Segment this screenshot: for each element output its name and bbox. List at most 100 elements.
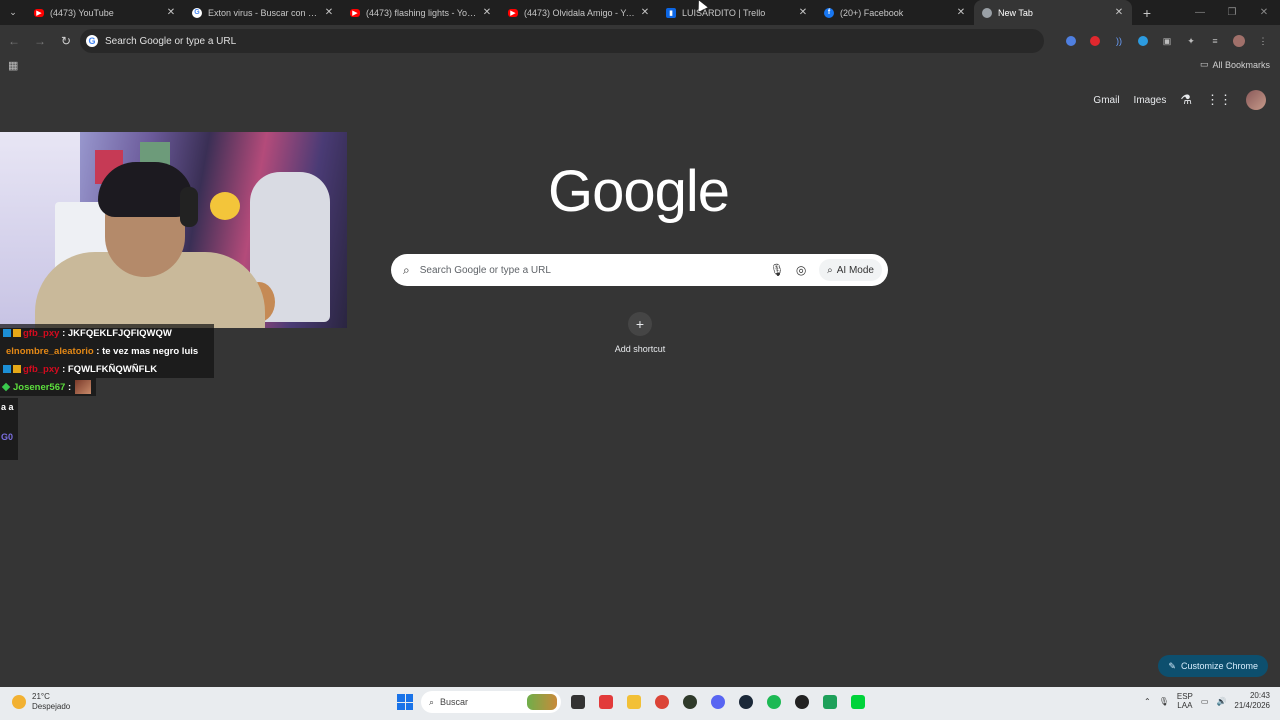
badge-icon <box>3 365 11 373</box>
google-apps-icon[interactable]: ⋮⋮ <box>1206 92 1232 108</box>
spotify-icon[interactable] <box>763 691 785 713</box>
menu-kebab-icon[interactable]: ⋮ <box>1254 32 1272 50</box>
tab-youtube-3[interactable]: ▶ (4473) Olvidala Amigo - YouTube ✕ <box>500 0 658 25</box>
extension-audio-icon[interactable]: )) <box>1110 32 1128 50</box>
browser-toolbar: ← → ↻ G Search Google or type a URL )) ▣… <box>0 25 1280 57</box>
apps-grid-icon[interactable]: ▦ <box>8 59 18 72</box>
avatar[interactable] <box>1246 90 1266 110</box>
search-icon: ⌕ <box>429 696 435 707</box>
file-explorer-icon[interactable] <box>623 691 645 713</box>
extension-box-icon[interactable]: ▣ <box>1158 32 1176 50</box>
tab-new-tab[interactable]: New Tab ✕ <box>974 0 1132 25</box>
tab-title: (4473) YouTube <box>50 7 114 18</box>
all-bookmarks-label: All Bookmarks <box>1212 59 1270 70</box>
trello-icon: ▮ <box>666 7 676 18</box>
app-red-icon[interactable] <box>595 691 617 713</box>
chat-username: gfb_pxy <box>23 363 60 375</box>
search-input[interactable]: Search Google or type a URL <box>420 265 765 276</box>
close-icon[interactable]: ✕ <box>638 6 652 20</box>
all-bookmarks-button[interactable]: ▭ All Bookmarks <box>1200 59 1270 70</box>
new-tab-button[interactable]: + <box>1136 2 1158 24</box>
tab-title: (4473) Olvidala Amigo - YouTube <box>524 7 638 18</box>
close-icon[interactable]: ✕ <box>480 6 494 20</box>
clock[interactable]: 20:43 21/4/2026 <box>1234 691 1270 711</box>
tab-youtube-1[interactable]: ▶ (4473) YouTube ✕ <box>26 0 184 25</box>
chat-message: elnombre_aleatorio : te vez mas negro lu… <box>0 342 214 360</box>
tab-title: Exton virus - Buscar con Google <box>208 7 322 18</box>
close-icon[interactable]: ✕ <box>1112 6 1126 20</box>
app-vscode-icon[interactable] <box>819 691 841 713</box>
customize-label: Customize Chrome <box>1180 661 1258 671</box>
close-icon[interactable]: ✕ <box>796 6 810 20</box>
tray-chevron-icon[interactable]: ⌃ <box>1144 697 1151 706</box>
lens-camera-icon[interactable]: ◎ <box>789 263 813 277</box>
extension-blue-icon[interactable] <box>1062 32 1080 50</box>
ai-sparkle-search-icon: ⌕ <box>827 264 833 276</box>
app-obs-icon[interactable] <box>791 691 813 713</box>
ntp-top-links: Gmail Images ⚗ ⋮⋮ <box>1093 90 1266 110</box>
ai-mode-button[interactable]: ⌕ AI Mode <box>819 259 882 281</box>
close-icon[interactable]: ✕ <box>954 6 968 20</box>
app-green-icon[interactable] <box>847 691 869 713</box>
tab-trello[interactable]: ▮ LUISARDITO | Trello ✕ <box>658 0 816 25</box>
lang-layout: LAA <box>1177 701 1193 710</box>
date: 21/4/2026 <box>1234 701 1270 710</box>
webcam-overlay <box>0 132 347 328</box>
extensions-puzzle-icon[interactable]: ✦ <box>1182 32 1200 50</box>
add-shortcut-label: Add shortcut <box>614 344 666 354</box>
system-tray: ⌃ 🎙 ESP LAA ▭ 🔊 20:43 21/4/2026 <box>1144 691 1270 711</box>
task-view-icon[interactable] <box>567 691 589 713</box>
badge-icon <box>3 329 11 337</box>
close-icon[interactable]: ✕ <box>164 6 178 20</box>
discord-icon[interactable] <box>707 691 729 713</box>
folder-icon: ▭ <box>1199 59 1209 69</box>
badge-icon <box>13 329 21 337</box>
profile-avatar-icon[interactable] <box>1230 32 1248 50</box>
chrome-icon[interactable] <box>651 691 673 713</box>
tab-search-button[interactable]: ⌄ <box>0 0 26 25</box>
tab-title: New Tab <box>998 7 1033 18</box>
chat-text: : <box>67 381 72 393</box>
volume-icon[interactable]: 🔊 <box>1216 697 1226 706</box>
tab-facebook[interactable]: f (20+) Facebook ✕ <box>816 0 974 25</box>
app-game-icon[interactable] <box>679 691 701 713</box>
tab-google-search[interactable]: G Exton virus - Buscar con Google ✕ <box>184 0 342 25</box>
plus-icon: + <box>628 312 652 336</box>
gmail-link[interactable]: Gmail <box>1093 95 1119 106</box>
taskbar-search[interactable]: ⌕ Buscar <box>421 691 561 713</box>
ai-mode-label: AI Mode <box>836 264 874 276</box>
microphone-icon[interactable]: 🎙 <box>1159 697 1169 706</box>
language-indicator[interactable]: ESP LAA <box>1177 692 1193 710</box>
tab-youtube-2[interactable]: ▶ (4473) flashing lights - YouTube ✕ <box>342 0 500 25</box>
back-icon[interactable]: ← <box>2 29 26 53</box>
bookmarks-bar: ▦ ▭ All Bookmarks <box>0 57 1280 75</box>
labs-flask-icon[interactable]: ⚗ <box>1180 92 1192 108</box>
chat-username: elnombre_aleatorio <box>6 345 94 357</box>
maximize-icon[interactable]: ❐ <box>1216 0 1248 25</box>
close-window-icon[interactable]: ✕ <box>1248 0 1280 25</box>
windows-start-icon[interactable] <box>395 692 415 712</box>
temperature: 21°C <box>32 692 50 701</box>
images-link[interactable]: Images <box>1134 95 1167 106</box>
add-shortcut-tile[interactable]: + Add shortcut <box>610 312 670 354</box>
microphone-icon[interactable]: 🎙 <box>765 263 789 277</box>
youtube-icon: ▶ <box>350 8 360 17</box>
close-icon[interactable]: ✕ <box>322 6 336 20</box>
lang-code: ESP <box>1176 692 1193 701</box>
network-icon[interactable]: ▭ <box>1201 697 1209 706</box>
chat-message: gfb_pxy : JKFQEKLFJQFIQWQW <box>0 324 214 342</box>
tab-media-icon[interactable]: ≡ <box>1206 32 1224 50</box>
chat-fragment: a a <box>1 402 14 412</box>
weather-widget[interactable]: 21°C Despejado <box>12 692 70 712</box>
reload-icon[interactable]: ↻ <box>54 29 78 53</box>
windows-taskbar: 21°C Despejado ⌕ Buscar ⌃ 🎙 ESP LAA ▭ 🔊 <box>0 687 1280 720</box>
ntp-search-box[interactable]: ⌕ Search Google or type a URL 🎙 ◎ ⌕ AI M… <box>391 254 888 286</box>
steam-icon[interactable] <box>735 691 757 713</box>
extension-red-icon[interactable] <box>1086 32 1104 50</box>
extension-shield-icon[interactable] <box>1134 32 1152 50</box>
minimize-icon[interactable]: — <box>1184 0 1216 25</box>
forward-icon[interactable]: → <box>28 29 52 53</box>
extensions-bar: )) ▣ ✦ ≡ ⋮ <box>1062 29 1272 53</box>
customize-chrome-button[interactable]: ✎ Customize Chrome <box>1158 655 1268 677</box>
address-bar[interactable]: G Search Google or type a URL <box>80 29 1044 53</box>
